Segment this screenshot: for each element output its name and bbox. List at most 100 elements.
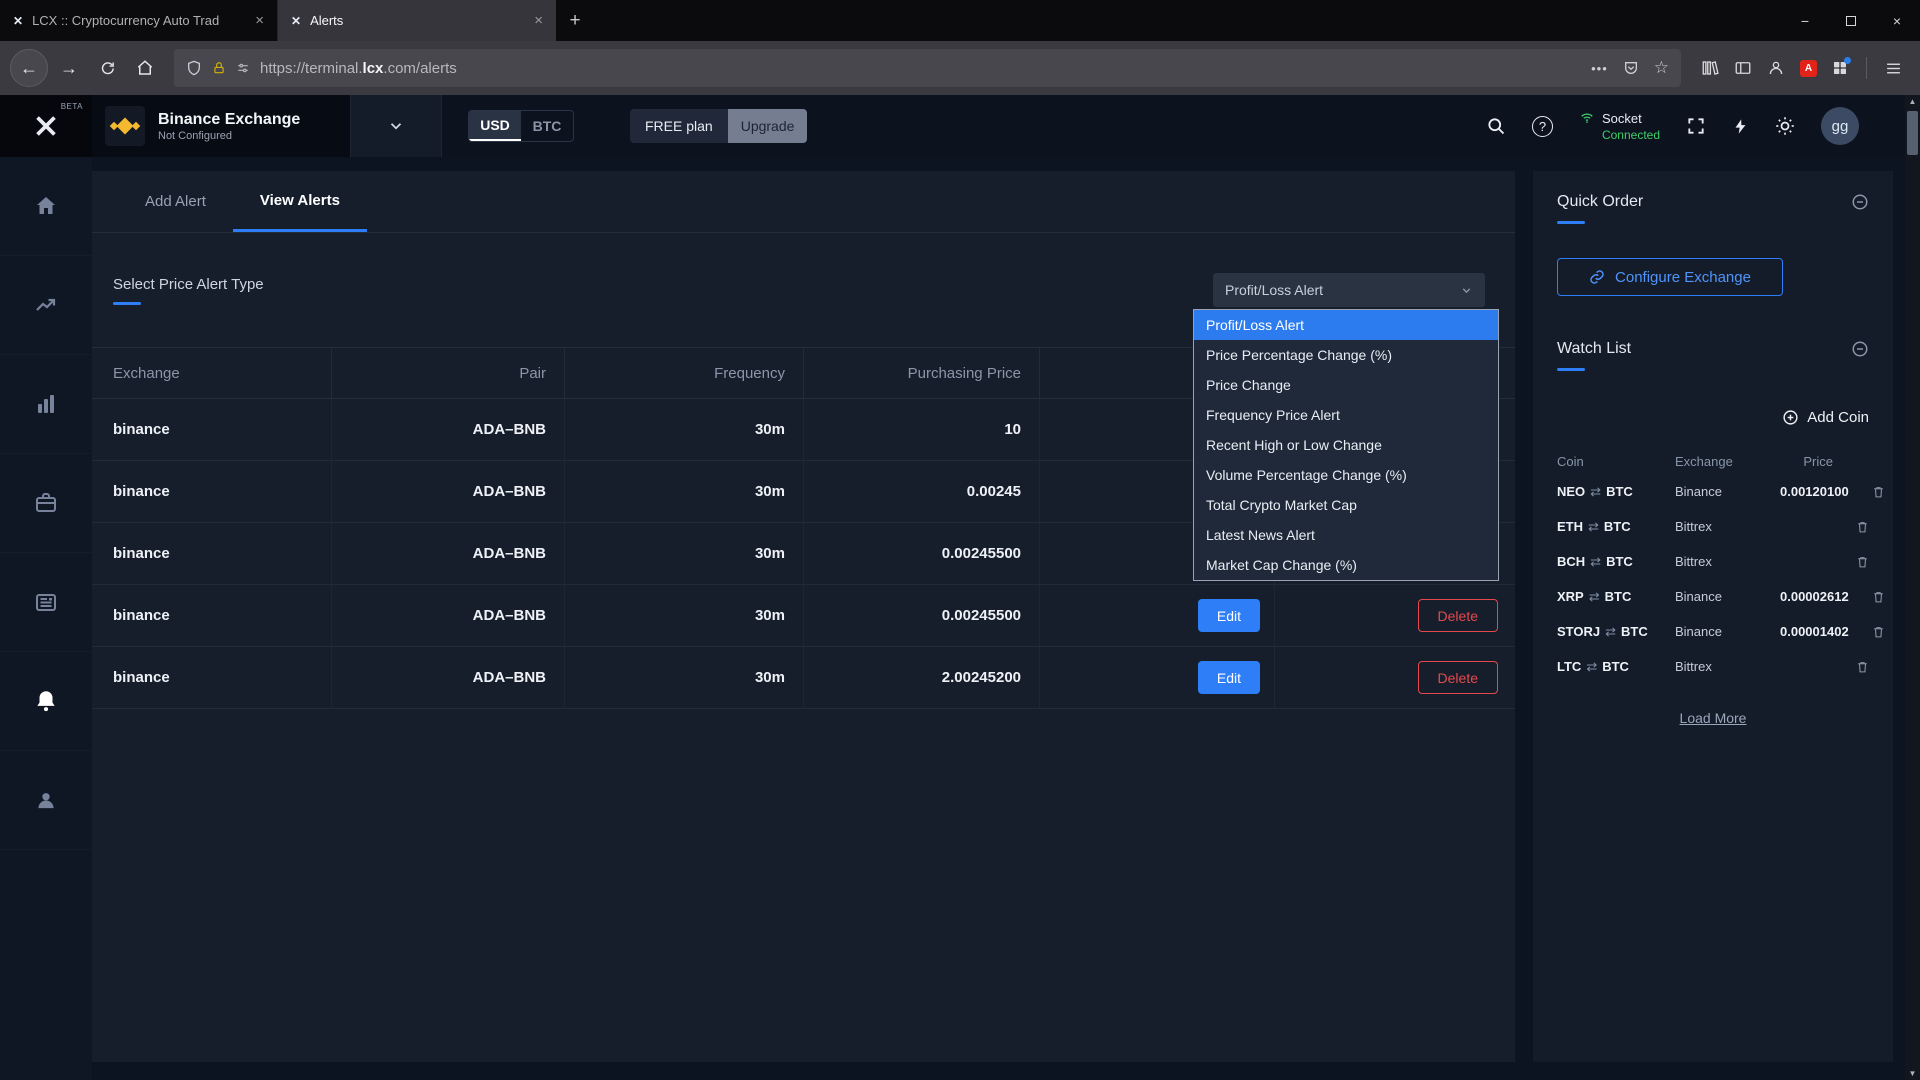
dropdown-option[interactable]: Frequency Price Alert <box>1194 400 1498 430</box>
page-scrollbar[interactable]: ▲ ▼ <box>1905 95 1920 1080</box>
exchange-dropdown-button[interactable] <box>350 95 442 157</box>
swap-icon[interactable]: ⇄ <box>1590 484 1601 500</box>
trash-icon[interactable] <box>1872 590 1885 604</box>
extensions-button[interactable] <box>1832 60 1848 76</box>
sidebar-item-account[interactable] <box>0 751 92 850</box>
currency-btc-button[interactable]: BTC <box>521 111 573 141</box>
sidebars-icon[interactable] <box>1734 59 1752 77</box>
collapse-icon[interactable] <box>1851 340 1869 358</box>
trash-icon[interactable] <box>1856 660 1869 674</box>
tracking-shield-icon[interactable] <box>186 60 202 76</box>
user-avatar[interactable]: gg <box>1821 107 1859 145</box>
alert-pair: ADA–BNB <box>331 461 564 522</box>
swap-icon[interactable]: ⇄ <box>1605 624 1616 640</box>
swap-icon[interactable]: ⇄ <box>1590 554 1601 570</box>
dropdown-option[interactable]: Recent High or Low Change <box>1194 430 1498 460</box>
currency-toggle: USD BTC <box>468 110 574 142</box>
currency-usd-button[interactable]: USD <box>469 111 521 141</box>
tab-view-alerts[interactable]: View Alerts <box>233 171 367 232</box>
reload-button[interactable] <box>90 51 124 85</box>
fullscreen-icon[interactable] <box>1686 116 1706 136</box>
plan-info: FREE plan Upgrade <box>630 109 807 143</box>
trash-icon[interactable] <box>1872 625 1885 639</box>
minimize-button[interactable]: − <box>1782 0 1828 41</box>
bookmark-star-icon[interactable]: ☆ <box>1654 58 1669 78</box>
scroll-up-icon[interactable]: ▲ <box>1905 97 1920 106</box>
exchange-name: Binance Exchange <box>158 110 300 130</box>
dropdown-option[interactable]: Total Crypto Market Cap <box>1194 490 1498 520</box>
dropdown-option[interactable]: Price Change <box>1194 370 1498 400</box>
browser-tab-lcx[interactable]: ✕ LCX :: Cryptocurrency Auto Trad × <box>0 0 278 41</box>
sidebar-item-home[interactable] <box>0 157 92 256</box>
dropdown-option[interactable]: Market Cap Change (%) <box>1194 550 1498 580</box>
url-text: https://terminal.lcx.com/alerts <box>260 60 457 77</box>
edit-button[interactable]: Edit <box>1198 661 1260 694</box>
account-icon[interactable] <box>1767 59 1785 77</box>
col-coin: Coin <box>1557 454 1675 469</box>
alert-type-label: Select Price Alert Type <box>113 276 264 293</box>
coin-quote: BTC <box>1604 519 1631 534</box>
theme-sun-icon[interactable] <box>1775 116 1795 136</box>
exchange-selector: Binance Exchange Not Configured <box>92 95 350 157</box>
configure-exchange-button[interactable]: Configure Exchange <box>1557 258 1783 296</box>
alert-type-select[interactable]: Profit/Loss Alert <box>1213 273 1485 307</box>
search-icon[interactable] <box>1486 116 1506 136</box>
sidebar-item-trade[interactable] <box>0 256 92 355</box>
dropdown-option[interactable]: Price Percentage Change (%) <box>1194 340 1498 370</box>
sidebar-item-news[interactable] <box>0 553 92 652</box>
dropdown-option[interactable]: Volume Percentage Change (%) <box>1194 460 1498 490</box>
socket-status: Socket Connected <box>1579 111 1660 142</box>
dropdown-option[interactable]: Latest News Alert <box>1194 520 1498 550</box>
new-tab-button[interactable]: + <box>556 0 594 41</box>
tab-close-icon[interactable]: × <box>252 12 267 29</box>
back-button[interactable]: ← <box>10 49 48 87</box>
page-actions-icon[interactable]: ••• <box>1591 61 1608 76</box>
dropdown-option[interactable]: Profit/Loss Alert <box>1194 310 1498 340</box>
alert-price: 10 <box>803 399 1039 460</box>
edit-button[interactable]: Edit <box>1198 599 1260 632</box>
pdf-extension-icon[interactable]: A <box>1800 60 1817 77</box>
bolt-icon[interactable] <box>1732 117 1749 136</box>
help-button[interactable]: ? <box>1532 116 1553 137</box>
close-button[interactable]: × <box>1874 0 1920 41</box>
watch-list-title: Watch List <box>1557 340 1631 358</box>
sidebar-item-markets[interactable] <box>0 355 92 454</box>
plan-label: FREE plan <box>630 118 728 134</box>
swap-icon[interactable]: ⇄ <box>1586 659 1597 675</box>
pocket-icon[interactable] <box>1623 60 1639 76</box>
forward-button[interactable]: → <box>52 51 86 85</box>
upgrade-button[interactable]: Upgrade <box>728 109 808 143</box>
scroll-down-icon[interactable]: ▼ <box>1905 1069 1920 1078</box>
load-more-link[interactable]: Load More <box>1557 710 1869 726</box>
delete-button[interactable]: Delete <box>1418 599 1498 632</box>
lcx-logo[interactable]: BETA <box>0 95 92 157</box>
wifi-icon <box>1579 111 1595 125</box>
coin-base: LTC <box>1557 659 1581 674</box>
library-icon[interactable] <box>1701 59 1719 77</box>
delete-button[interactable]: Delete <box>1418 661 1498 694</box>
trash-icon[interactable] <box>1856 520 1869 534</box>
trash-icon[interactable] <box>1856 555 1869 569</box>
swap-icon[interactable]: ⇄ <box>1588 519 1599 535</box>
trash-icon[interactable] <box>1872 485 1885 499</box>
alert-exchange: binance <box>92 461 331 522</box>
scrollbar-thumb[interactable] <box>1907 111 1918 155</box>
menu-icon[interactable] <box>1885 60 1902 77</box>
permissions-icon[interactable] <box>236 61 250 75</box>
lock-icon[interactable] <box>212 61 226 75</box>
sidebar-item-alerts[interactable] <box>0 652 92 751</box>
browser-tab-bar: ✕ LCX :: Cryptocurrency Auto Trad × ✕ Al… <box>0 0 1920 41</box>
sidebar-item-portfolio[interactable] <box>0 454 92 553</box>
url-bar[interactable]: https://terminal.lcx.com/alerts ••• ☆ <box>174 49 1681 87</box>
table-row: binance ADA–BNB 30m 2.00245200 Edit Dele… <box>92 647 1515 709</box>
tab-close-icon[interactable]: × <box>531 12 546 29</box>
browser-tab-alerts[interactable]: ✕ Alerts × <box>278 0 556 41</box>
alert-frequency: 30m <box>564 585 803 646</box>
add-coin-button[interactable]: Add Coin <box>1557 409 1869 426</box>
swap-icon[interactable]: ⇄ <box>1589 589 1600 605</box>
add-coin-label: Add Coin <box>1807 409 1869 426</box>
home-button[interactable] <box>128 51 162 85</box>
maximize-button[interactable] <box>1828 0 1874 41</box>
tab-add-alert[interactable]: Add Alert <box>118 171 233 232</box>
collapse-icon[interactable] <box>1851 193 1869 211</box>
